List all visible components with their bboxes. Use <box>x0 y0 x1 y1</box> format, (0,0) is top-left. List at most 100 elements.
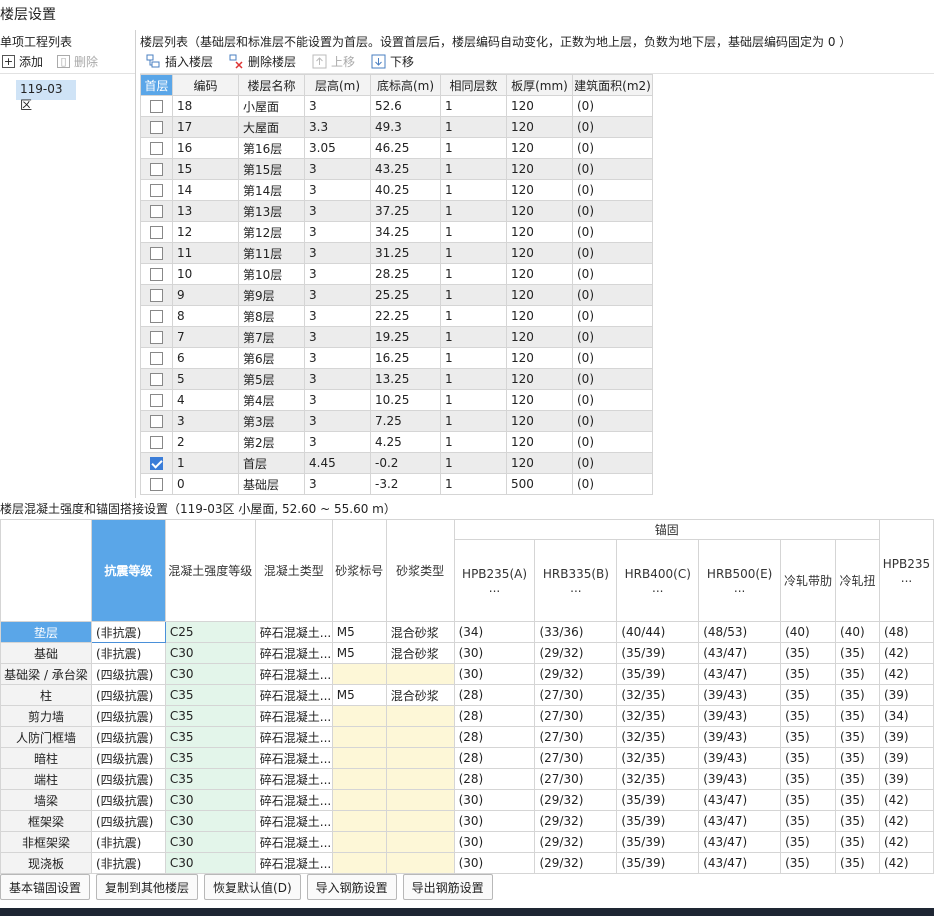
first-floor-checkbox-cell[interactable] <box>140 284 173 306</box>
cell-elevation[interactable]: 34.25 <box>370 221 441 243</box>
cell-hpb235[interactable]: (28) <box>453 726 536 748</box>
col-hpb235-2[interactable]: HPB235 ... <box>878 519 934 622</box>
cell-floor-name[interactable]: 第15层 <box>238 158 305 180</box>
project-item[interactable]: 119-03区 <box>16 80 76 112</box>
first-floor-checkbox-cell[interactable] <box>140 326 173 348</box>
col-hrb500[interactable]: HRB500(E) ... <box>698 539 782 622</box>
cell-hrb335[interactable]: (27/30) <box>534 705 618 727</box>
cell-hrb335[interactable]: (27/30) <box>534 726 618 748</box>
cell-seismic[interactable]: (四级抗震) <box>90 705 166 727</box>
cell-cold-twisted[interactable]: (35) <box>835 663 880 685</box>
cell-seismic[interactable]: (四级抗震) <box>90 747 166 769</box>
cell-hrb400[interactable]: (35/39) <box>616 642 700 664</box>
cell-height[interactable]: 4.45 <box>304 452 371 474</box>
cell-elevation[interactable]: 37.25 <box>370 200 441 222</box>
cell-mortar-type[interactable] <box>385 705 455 727</box>
floor-row[interactable]: 9 第9层 3 25.25 1 120 (0) <box>140 284 653 306</box>
cell-concrete-type[interactable]: 碎石混凝土... <box>254 789 333 811</box>
cell-hrb500[interactable]: (39/43) <box>698 726 782 748</box>
cell-concrete-type[interactable]: 碎石混凝土... <box>254 747 333 769</box>
cell-hpb235[interactable]: (28) <box>453 684 536 706</box>
cell-thickness[interactable]: 120 <box>506 347 573 369</box>
cell-area[interactable]: (0) <box>572 221 653 243</box>
anchor-row[interactable]: 垫层 (非抗震) C25 碎石混凝土... M5 混合砂浆 (34) (33/36) (40/4… <box>0 621 934 643</box>
cell-code[interactable]: 4 <box>172 389 239 411</box>
first-floor-checkbox[interactable] <box>150 247 163 260</box>
cell-mortar-type[interactable]: 混合砂浆 <box>385 684 455 706</box>
cell-floor-name[interactable]: 第12层 <box>238 221 305 243</box>
col-first-floor[interactable]: 首层 <box>140 74 173 96</box>
col-mortar-type[interactable]: 砂浆类型 <box>385 519 455 622</box>
floor-row[interactable]: 8 第8层 3 22.25 1 120 (0) <box>140 305 653 327</box>
cell-code[interactable]: 17 <box>172 116 239 138</box>
col-hrb400[interactable]: HRB400(C) ... <box>616 539 700 622</box>
anchor-row-name[interactable]: 端柱 <box>0 768 92 790</box>
cell-hpb235[interactable]: (30) <box>453 831 536 853</box>
cell-hpb235[interactable]: (34) <box>453 621 536 643</box>
cell-thickness[interactable]: 120 <box>506 95 573 117</box>
cell-floor-name[interactable]: 第13层 <box>238 200 305 222</box>
col-code[interactable]: 编码 <box>172 74 239 96</box>
cell-same-count[interactable]: 1 <box>440 158 507 180</box>
floor-row[interactable]: 2 第2层 3 4.25 1 120 (0) <box>140 431 653 453</box>
cell-elevation[interactable]: 28.25 <box>370 263 441 285</box>
cell-area[interactable]: (0) <box>572 410 653 432</box>
anchor-row-name[interactable]: 柱 <box>0 684 92 706</box>
cell-floor-name[interactable]: 第3层 <box>238 410 305 432</box>
floor-row[interactable]: 18 小屋面 3 52.6 1 120 (0) <box>140 95 653 117</box>
cell-hrb400[interactable]: (35/39) <box>616 831 700 853</box>
cell-code[interactable]: 7 <box>172 326 239 348</box>
cell-area[interactable]: (0) <box>572 452 653 474</box>
cell-hpb235[interactable]: (28) <box>453 747 536 769</box>
cell-hrb335[interactable]: (33/36) <box>534 621 618 643</box>
cell-elevation[interactable]: 31.25 <box>370 242 441 264</box>
cell-area[interactable]: (0) <box>572 116 653 138</box>
cell-hrb400[interactable]: (32/35) <box>616 747 700 769</box>
first-floor-checkbox-cell[interactable] <box>140 221 173 243</box>
cell-elevation[interactable]: 13.25 <box>370 368 441 390</box>
anchor-row[interactable]: 剪力墙 (四级抗震) C35 碎石混凝土... (28) (27/30) (32/35) (3… <box>0 705 934 727</box>
cell-hrb500[interactable]: (43/47) <box>698 642 782 664</box>
first-floor-checkbox[interactable] <box>150 121 163 134</box>
cell-same-count[interactable]: 1 <box>440 137 507 159</box>
first-floor-checkbox-cell[interactable] <box>140 116 173 138</box>
first-floor-checkbox-cell[interactable] <box>140 389 173 411</box>
cell-mortar-mark[interactable]: M5 <box>331 642 387 664</box>
cell-height[interactable]: 3.3 <box>304 116 371 138</box>
cell-area[interactable]: (0) <box>572 179 653 201</box>
cell-concrete-type[interactable]: 碎石混凝土... <box>254 810 333 832</box>
anchor-row-name[interactable]: 墙梁 <box>0 789 92 811</box>
col-height[interactable]: 层高(m) <box>304 74 371 96</box>
cell-elevation[interactable]: 25.25 <box>370 284 441 306</box>
cell-hpb235-2[interactable]: (39) <box>878 747 934 769</box>
cell-cold-twisted[interactable]: (35) <box>835 642 880 664</box>
cell-mortar-type[interactable] <box>385 663 455 685</box>
anchor-row[interactable]: 端柱 (四级抗震) C35 碎石混凝土... (28) (27/30) (32/35) (39… <box>0 768 934 790</box>
cell-code[interactable]: 1 <box>172 452 239 474</box>
cell-height[interactable]: 3 <box>304 263 371 285</box>
cell-same-count[interactable]: 1 <box>440 431 507 453</box>
cell-height[interactable]: 3 <box>304 242 371 264</box>
cell-cold-ribbed[interactable]: (35) <box>780 831 837 853</box>
cell-seismic[interactable]: (四级抗震) <box>90 726 166 748</box>
anchor-row-name[interactable]: 暗柱 <box>0 747 92 769</box>
cell-hrb400[interactable]: (40/44) <box>616 621 700 643</box>
import-rebar-button[interactable]: 导入钢筋设置 <box>306 874 397 900</box>
cell-thickness[interactable]: 120 <box>506 368 573 390</box>
cell-code[interactable]: 14 <box>172 179 239 201</box>
cell-code[interactable]: 8 <box>172 305 239 327</box>
cell-hrb500[interactable]: (43/47) <box>698 810 782 832</box>
cell-cold-ribbed[interactable]: (35) <box>780 705 837 727</box>
cell-hrb500[interactable]: (39/43) <box>698 684 782 706</box>
cell-floor-name[interactable]: 第9层 <box>238 284 305 306</box>
cell-height[interactable]: 3 <box>304 158 371 180</box>
col-same-count[interactable]: 相同层数 <box>440 74 507 96</box>
anchor-row[interactable]: 人防门框墙 (四级抗震) C35 碎石混凝土... (28) (27/30) (32/35)… <box>0 726 934 748</box>
col-thickness[interactable]: 板厚(mm) <box>506 74 573 96</box>
floor-row[interactable]: 16 第16层 3.05 46.25 1 120 (0) <box>140 137 653 159</box>
cell-area[interactable]: (0) <box>572 473 653 495</box>
cell-area[interactable]: (0) <box>572 158 653 180</box>
first-floor-checkbox-cell[interactable] <box>140 452 173 474</box>
cell-cold-twisted[interactable]: (35) <box>835 768 880 790</box>
cell-cold-twisted[interactable]: (35) <box>835 726 880 748</box>
